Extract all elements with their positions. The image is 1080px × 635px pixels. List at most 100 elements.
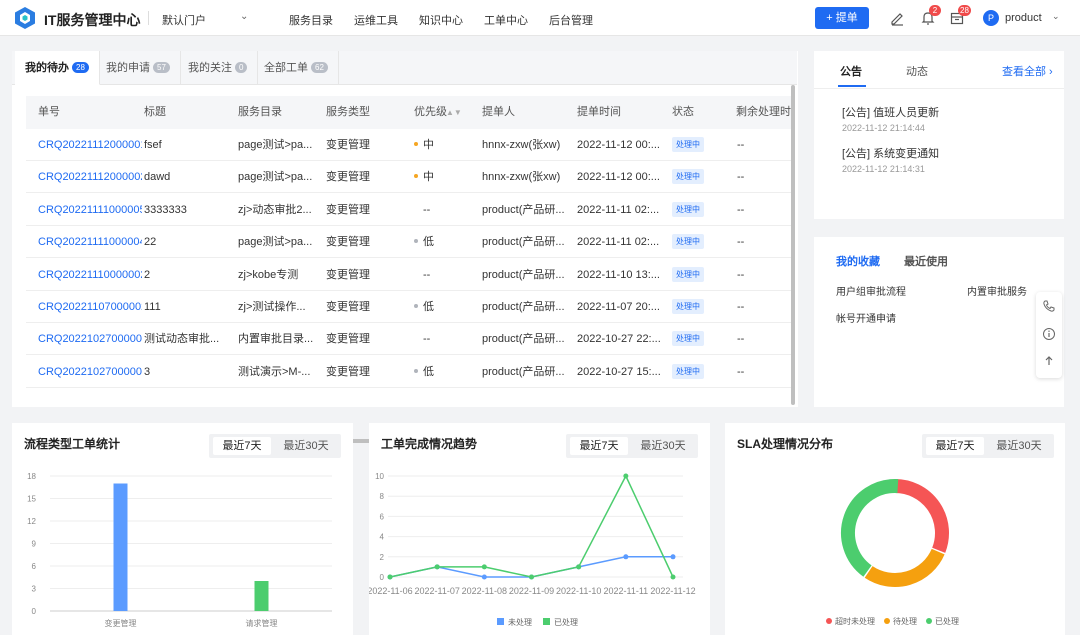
tab-recent[interactable]: 最近使用: [904, 253, 948, 269]
period-7-days-button[interactable]: 最近7天: [213, 437, 271, 455]
series-line: [389, 474, 674, 578]
table-row[interactable]: CRQ20221112000002 dawd page测试>pa... 变更管理 中 hn…: [26, 161, 792, 194]
period-30-days-button[interactable]: 最近30天: [277, 437, 335, 455]
username[interactable]: product: [1005, 12, 1042, 24]
ticket-id-link[interactable]: CRQ20221027000001: [38, 356, 142, 388]
column-header[interactable]: 服务类型: [326, 96, 370, 129]
data-point[interactable]: [623, 554, 629, 560]
column-header[interactable]: 标题: [144, 96, 166, 129]
period-30-days-button[interactable]: 最近30天: [634, 437, 692, 455]
period-7-days-button[interactable]: 最近7天: [926, 437, 984, 455]
table-row[interactable]: CRQ20221112000001 fsef page测试>pa... 变更管理 中 hn…: [26, 129, 792, 161]
priority-label: 低: [423, 301, 434, 313]
period-toggle: 最近7天 最近30天: [566, 434, 698, 458]
table-row[interactable]: CRQ20221110000002 2 zj>kobe专测 变更管理 -- product…: [26, 259, 792, 291]
tab-count-badge: 0: [235, 62, 248, 73]
column-header[interactable]: 提单时间: [577, 96, 621, 129]
data-point[interactable]: [623, 473, 629, 479]
y-tick-label: 6: [380, 512, 385, 521]
period-7-days-button[interactable]: 最近7天: [570, 437, 628, 455]
ticket-id-link[interactable]: CRQ20221027000002: [38, 323, 142, 355]
data-point[interactable]: [670, 574, 676, 580]
legend-label: 超时未处理: [835, 616, 875, 626]
column-header[interactable]: 单号: [38, 96, 60, 129]
nav-admin[interactable]: 后台管理: [549, 12, 593, 28]
tab-my-todo[interactable]: 我的待办 28: [15, 51, 100, 85]
phone-icon[interactable]: [1042, 299, 1056, 313]
tab-my-follows[interactable]: 我的关注 0: [178, 51, 259, 85]
ticket-id-link[interactable]: CRQ20221112000001: [38, 129, 142, 161]
tab-my-requests[interactable]: 我的申请 57: [96, 51, 181, 85]
back-to-top-icon[interactable]: [1042, 354, 1056, 368]
table-row[interactable]: CRQ20221111000005 3333333 zj>动态审批2... 变更管理 -…: [26, 194, 792, 226]
pie-slice[interactable]: [894, 479, 949, 553]
ticket-id-link[interactable]: CRQ20221111000004: [38, 226, 142, 258]
nav-service-catalog[interactable]: 服务目录: [289, 12, 333, 28]
pie-slice[interactable]: [841, 479, 899, 577]
status-badge: 处理中: [672, 363, 704, 379]
view-all-link[interactable]: 查看全部 ›: [1002, 63, 1053, 79]
tab-activity[interactable]: 动态: [906, 63, 928, 79]
ticket-id-link[interactable]: CRQ20221110000002: [38, 259, 142, 291]
vertical-scrollbar[interactable]: [791, 85, 795, 405]
column-header[interactable]: 剩余处理时: [736, 96, 792, 129]
column-header[interactable]: 服务目录: [238, 96, 282, 129]
data-point[interactable]: [670, 554, 676, 560]
column-header[interactable]: 提单人: [482, 96, 515, 129]
nav-knowledge-center[interactable]: 知识中心: [419, 12, 463, 28]
chevron-down-icon[interactable]: ⌄: [1052, 11, 1060, 22]
announcement-title[interactable]: [公告] 值班人员更新: [842, 104, 939, 120]
table-row[interactable]: CRQ20221107000002 111 zj>测试操作... 变更管理 低 produ…: [26, 291, 792, 323]
info-icon[interactable]: [1042, 327, 1056, 341]
new-ticket-button[interactable]: + 提单: [815, 7, 869, 29]
announcements-card: 公告 动态 查看全部 › [公告] 值班人员更新 2022-11-12 21:1…: [814, 51, 1064, 219]
nav-ops-tools[interactable]: 运维工具: [354, 12, 398, 28]
announcement-title[interactable]: [公告] 系统变更通知: [842, 145, 939, 161]
ticket-id-link[interactable]: CRQ20221111000005: [38, 194, 142, 226]
portal-select[interactable]: 默认门户: [162, 12, 206, 28]
y-tick-label: 3: [32, 585, 37, 594]
favorite-item[interactable]: 内置审批服务: [967, 283, 1027, 298]
tab-label: 我的申请: [106, 62, 150, 74]
tab-count-badge: 28: [72, 62, 89, 73]
bar[interactable]: [254, 581, 269, 611]
submit-time: 2022-11-12 00:...: [577, 171, 660, 184]
ticket-id-link[interactable]: CRQ20221112000002: [38, 161, 142, 193]
bar[interactable]: [113, 483, 128, 612]
tab-announcements[interactable]: 公告: [840, 63, 862, 79]
remaining-time: --: [737, 236, 745, 249]
priority: 低: [414, 356, 474, 388]
edit-icon[interactable]: [889, 10, 905, 26]
table-row[interactable]: CRQ20221027000001 3 测试演示>M-... 变更管理 低 product…: [26, 356, 792, 388]
tab-label: 我的关注: [188, 62, 232, 74]
submitter: hnnx-zxw(张xw): [482, 139, 561, 151]
data-point[interactable]: [434, 564, 440, 570]
chart-title: 流程类型工单统计: [24, 437, 121, 451]
data-point[interactable]: [576, 564, 582, 570]
data-point[interactable]: [387, 574, 393, 580]
ticket-id-link[interactable]: CRQ20221107000002: [38, 291, 142, 323]
column-header[interactable]: 优先级: [414, 96, 447, 129]
chart-title: 工单完成情况趋势: [381, 437, 478, 451]
status-badge: 处理中: [672, 266, 704, 282]
data-point[interactable]: [481, 564, 487, 570]
nav-ticket-center[interactable]: 工单中心: [484, 12, 528, 28]
sort-icon[interactable]: ▲▼: [446, 96, 462, 129]
pie-slice[interactable]: [864, 548, 945, 587]
x-tick-label: 2022-11-08: [462, 586, 507, 596]
chevron-down-icon[interactable]: ⌄: [240, 11, 248, 22]
table-row[interactable]: CRQ20221111000004 22 page测试>pa... 变更管理 低 prod…: [26, 226, 792, 259]
service-type: 变更管理: [326, 203, 370, 216]
avatar[interactable]: P: [983, 10, 999, 26]
data-point[interactable]: [529, 574, 534, 580]
data-point[interactable]: [481, 574, 487, 580]
remaining-time: --: [737, 171, 745, 184]
tab-all-tickets[interactable]: 全部工单 62: [254, 51, 339, 85]
period-30-days-button[interactable]: 最近30天: [990, 437, 1048, 455]
column-header[interactable]: 状态: [672, 96, 694, 129]
table-row[interactable]: CRQ20221027000002 测试动态审批... 内置审批目录... 变更管理 -…: [26, 323, 792, 356]
tab-favorites[interactable]: 我的收藏: [836, 253, 880, 269]
service-type: 变更管理: [326, 333, 370, 346]
favorite-item[interactable]: 用户组审批流程: [836, 283, 906, 298]
favorite-item[interactable]: 帐号开通申请: [836, 310, 896, 325]
